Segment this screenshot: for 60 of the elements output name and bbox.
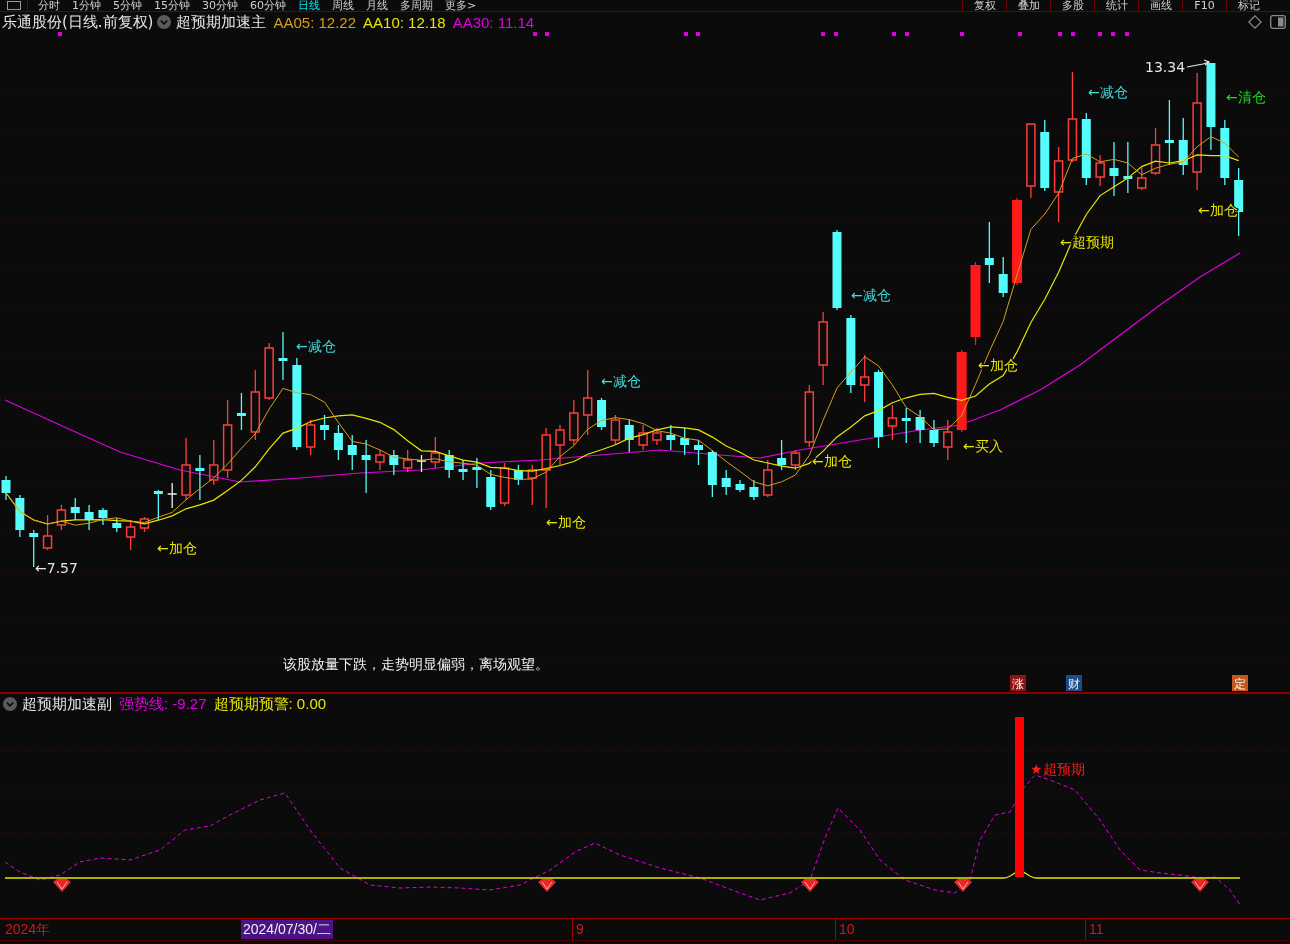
indicator-name: 超预期加速主 bbox=[176, 12, 267, 32]
date-cursor-label: 2024/07/30/二 bbox=[241, 920, 333, 939]
toolbar-button[interactable]: 画线 bbox=[1138, 0, 1182, 11]
leader-arrow bbox=[1186, 59, 1211, 68]
period-tab[interactable]: 更多> bbox=[439, 0, 483, 11]
diamond-icon[interactable] bbox=[1248, 15, 1262, 29]
panel-toggle-icon[interactable] bbox=[1270, 15, 1286, 29]
toolbar-button[interactable]: F10 bbox=[1182, 0, 1226, 11]
indicator-reading: 超预期预警: 0.00 bbox=[213, 694, 327, 714]
price-label: 13.34 bbox=[1145, 59, 1186, 75]
period-tab[interactable]: 1分钟 bbox=[66, 0, 107, 11]
window-icon[interactable] bbox=[6, 1, 21, 10]
period-tab[interactable]: 15分钟 bbox=[148, 0, 196, 11]
toolbar-button[interactable]: 复权 bbox=[962, 0, 1006, 11]
event-badge[interactable]: 涨 bbox=[1010, 675, 1026, 691]
indicator-reading: AA05: 12.22 bbox=[273, 13, 357, 31]
signal-annotation: ←买入 bbox=[963, 438, 1003, 454]
month-label: 10 bbox=[835, 919, 855, 940]
gem-icon bbox=[1191, 879, 1209, 892]
indicator-reading: AA30: 11.14 bbox=[452, 13, 535, 31]
price-label: ←7.57 bbox=[35, 560, 78, 576]
signal-annotation: ←加仓 bbox=[546, 514, 586, 530]
signal-annotation: ←减仓 bbox=[296, 338, 336, 354]
stock-title: 乐通股份(日线.前复权) bbox=[2, 12, 154, 32]
period-tab[interactable]: 日线 bbox=[292, 0, 326, 11]
signal-annotation: ←减仓 bbox=[851, 287, 891, 303]
toolbar-button[interactable]: 统计 bbox=[1094, 0, 1138, 11]
event-badge[interactable]: 财 bbox=[1066, 675, 1082, 691]
signal-annotation: ←加仓 bbox=[1198, 202, 1238, 218]
chevron-down-icon[interactable] bbox=[3, 697, 17, 711]
analysis-comment: 该股放量下跌，走势明显偏弱，离场观望。 bbox=[283, 656, 549, 672]
gem-icon bbox=[801, 879, 819, 892]
period-tab[interactable]: 月线 bbox=[360, 0, 394, 11]
period-tab[interactable]: 分时 bbox=[32, 0, 66, 11]
indicator-reading: AA10: 12.18 bbox=[363, 13, 446, 31]
toolbar-button[interactable]: 标记 bbox=[1226, 0, 1270, 11]
signal-annotation: ←减仓 bbox=[601, 373, 641, 389]
gem-icon bbox=[954, 879, 972, 892]
period-tab[interactable]: 30分钟 bbox=[196, 0, 244, 11]
indicator-reading: 强势线: -9.27 bbox=[119, 694, 207, 714]
signal-label: ★超预期 bbox=[1030, 761, 1085, 777]
toolbar-button[interactable]: 叠加 bbox=[1006, 0, 1050, 11]
period-tab[interactable]: 60分钟 bbox=[244, 0, 292, 11]
event-badge[interactable]: 定 bbox=[1232, 675, 1248, 691]
month-label: 11 bbox=[1085, 919, 1104, 940]
period-tab[interactable]: 5分钟 bbox=[107, 0, 148, 11]
toolbar-button[interactable]: 多股 bbox=[1050, 0, 1094, 11]
signal-annotation: ←清仓 bbox=[1226, 89, 1266, 105]
gem-icon bbox=[538, 879, 556, 892]
period-tab[interactable]: 周线 bbox=[326, 0, 360, 11]
signal-annotation: ←超预期 bbox=[1060, 234, 1114, 250]
year-label: 2024年 bbox=[5, 920, 51, 939]
indicator-name: 超预期加速副 bbox=[22, 694, 112, 714]
chevron-down-icon[interactable] bbox=[157, 15, 172, 29]
signal-annotation: ←加仓 bbox=[157, 540, 197, 556]
month-label: 9 bbox=[572, 919, 584, 940]
signal-annotation: ←减仓 bbox=[1088, 84, 1128, 100]
period-tab[interactable]: 多周期 bbox=[394, 0, 439, 11]
gem-icon bbox=[53, 879, 71, 892]
signal-annotation: ←加仓 bbox=[812, 453, 852, 469]
